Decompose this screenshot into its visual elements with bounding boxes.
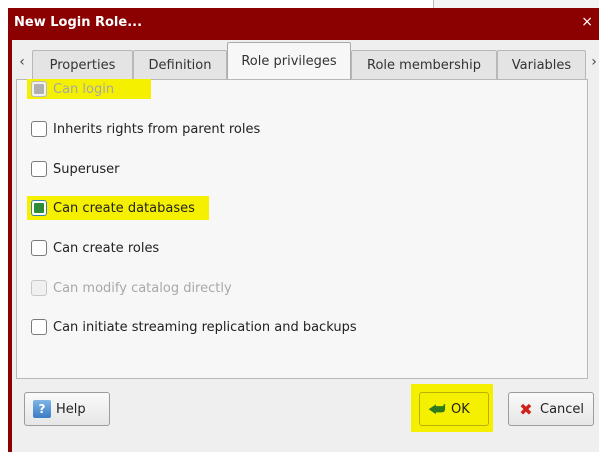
tab-properties[interactable]: Properties: [32, 50, 133, 80]
can-create-databases-checkbox[interactable]: [31, 200, 47, 216]
ok-button-label: OK: [451, 401, 470, 417]
tab-definition[interactable]: Definition: [133, 50, 227, 80]
inherits-rights-label: Inherits rights from parent roles: [53, 121, 261, 137]
checkbox-superuser[interactable]: Superuser: [31, 158, 119, 180]
superuser-label: Superuser: [53, 161, 120, 177]
checkbox-can-create-databases[interactable]: Can create databases: [31, 197, 195, 219]
background-window-edge: [433, 0, 599, 8]
can-create-roles-checkbox[interactable]: [31, 240, 47, 256]
streaming-replication-checkbox[interactable]: [31, 319, 47, 335]
can-create-roles-label: Can create roles: [53, 240, 160, 256]
superuser-checkbox[interactable]: [31, 161, 47, 177]
tab-scroll-right-icon[interactable]: ›: [586, 48, 599, 76]
help-button-label: Help: [56, 401, 86, 417]
checkbox-can-modify-catalog: Can modify catalog directly: [31, 277, 232, 299]
help-icon: ?: [33, 400, 51, 418]
inherits-rights-checkbox[interactable]: [31, 121, 47, 137]
checkbox-streaming-replication[interactable]: Can initiate streaming replication and b…: [31, 316, 357, 338]
role-privileges-panel: Can login Inherits rights from parent ro…: [16, 79, 588, 379]
help-button[interactable]: ? Help: [24, 392, 110, 426]
title-bar[interactable]: New Login Role... ×: [8, 8, 599, 40]
can-login-checkbox[interactable]: [31, 81, 47, 97]
can-login-label: Can login: [53, 81, 115, 97]
streaming-replication-label: Can initiate streaming replication and b…: [53, 319, 357, 335]
tab-scroll-left-icon[interactable]: ‹: [14, 48, 30, 76]
dialog-body: ‹ Properties Definition Role privileges …: [12, 40, 599, 452]
cancel-x-icon: ✖: [519, 399, 533, 419]
dialog-title: New Login Role...: [14, 15, 143, 30]
ok-button[interactable]: ⮨ OK: [419, 392, 489, 426]
checkbox-inherits-rights[interactable]: Inherits rights from parent roles: [31, 118, 260, 140]
tab-role-membership[interactable]: Role membership: [351, 50, 497, 80]
checkbox-can-login[interactable]: Can login: [31, 78, 114, 100]
tab-variables[interactable]: Variables: [497, 50, 586, 80]
tab-bar: ‹ Properties Definition Role privileges …: [12, 40, 599, 80]
ok-arrow-icon: ⮨: [428, 398, 446, 420]
cancel-button-label: Cancel: [540, 401, 585, 417]
can-create-databases-label: Can create databases: [53, 200, 195, 216]
cancel-button[interactable]: ✖ Cancel: [508, 392, 594, 426]
new-login-role-dialog: New Login Role... × ‹ Properties Definit…: [8, 8, 599, 452]
can-modify-catalog-label: Can modify catalog directly: [53, 280, 232, 296]
checkbox-can-create-roles[interactable]: Can create roles: [31, 237, 159, 259]
tab-role-privileges[interactable]: Role privileges: [227, 42, 351, 80]
can-modify-catalog-checkbox: [31, 280, 47, 296]
close-icon[interactable]: ×: [581, 14, 593, 30]
